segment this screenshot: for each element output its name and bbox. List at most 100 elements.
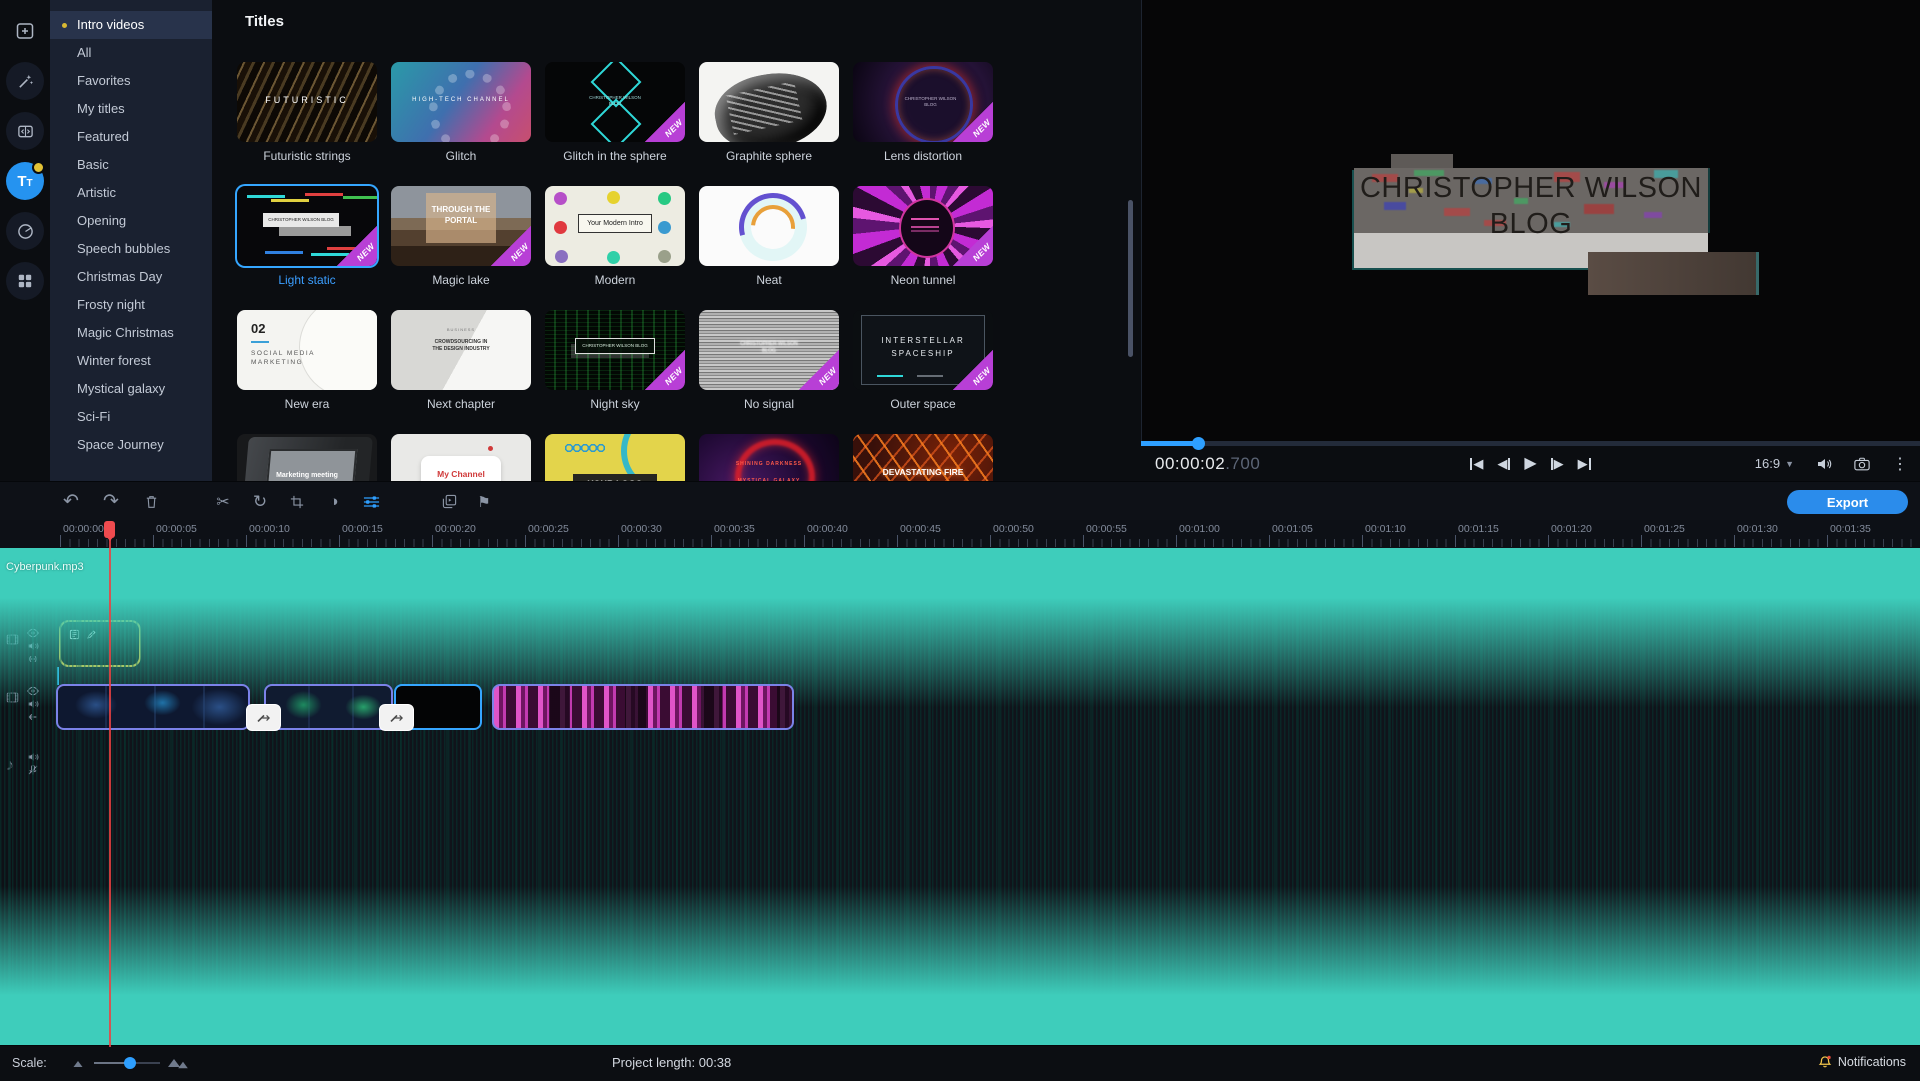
aspect-ratio-value: 16:9 — [1755, 456, 1780, 471]
color-adjustments-button[interactable]: ◑ — [323, 493, 345, 510]
sidebar-item-sci-fi[interactable]: Sci-Fi — [50, 403, 212, 431]
thumb-text: CHRISTOPHER WILSON BLOG — [734, 341, 804, 355]
cut-button[interactable]: ✂ — [212, 492, 234, 512]
sidebar-item-label: Speech bubbles — [77, 241, 170, 256]
title-thumbnail: INTERSTELLAR SPACESHIPNEW — [853, 310, 993, 390]
crop-button[interactable] — [286, 495, 308, 509]
skip-end-button[interactable]: ▶ — [1578, 456, 1591, 472]
aspect-ratio-dropdown[interactable]: 16:9▼ — [1755, 456, 1794, 471]
export-button[interactable]: Export — [1787, 490, 1908, 514]
thumb-subtext: SOCIAL MEDIA MARKETING — [251, 349, 321, 367]
play-button[interactable]: ▶ — [1524, 456, 1536, 472]
sidebar-item-winter-forest[interactable]: Winter forest — [50, 347, 212, 375]
new-badge: NEW — [489, 224, 531, 266]
sidebar-item-label: All — [77, 45, 91, 60]
title-thumbnail: Marketing meeting — [237, 434, 377, 481]
title-card-magic-lake[interactable]: THROUGH THE PORTALNEWMagic lake — [391, 186, 531, 287]
title-card-new-era[interactable]: 02SOCIAL MEDIA MARKETINGNew era — [237, 310, 377, 411]
rail-transitions-button[interactable] — [6, 112, 44, 150]
thumb-text: CHRISTOPHER WILSON BLOG — [263, 213, 339, 227]
sidebar-item-christmas-day[interactable]: Christmas Day — [50, 263, 212, 291]
sidebar-item-mystical-galaxy[interactable]: Mystical galaxy — [50, 375, 212, 403]
scale-slider-handle[interactable] — [124, 1057, 136, 1069]
rail-media-import-button[interactable] — [6, 12, 44, 50]
sidebar-item-intro-videos[interactable]: Intro videos — [50, 11, 212, 39]
titles-scrollbar[interactable] — [1128, 200, 1133, 357]
new-badge-label: NEW — [970, 241, 992, 263]
transition-2[interactable] — [379, 704, 414, 731]
sidebar-item-speech-bubbles[interactable]: Speech bubbles — [50, 235, 212, 263]
title-card-yourlogo[interactable]: YOUR LOGO — [545, 434, 685, 481]
timeline-ruler[interactable]: 00:00:0000:00:0500:00:1000:00:1500:00:20… — [0, 520, 1920, 548]
title-card-night-sky[interactable]: CHRISTOPHER WILSON BLOGNEWNight sky — [545, 310, 685, 411]
title-card-glitch[interactable]: HIGH-TECH CHANNELGlitch — [391, 62, 531, 163]
playhead-handle[interactable] — [104, 521, 115, 538]
rail-stickers-button[interactable] — [6, 212, 44, 250]
skip-start-button[interactable]: ◀ — [1470, 456, 1483, 472]
frame-back-button[interactable]: ◀ — [1497, 456, 1510, 472]
marker-button[interactable]: ⚑ — [473, 493, 495, 511]
thumb-text: FUTURISTIC — [237, 95, 377, 105]
new-badge-label: NEW — [816, 365, 838, 387]
sidebar-item-label: Featured — [77, 129, 129, 144]
ruler-label: 00:01:35 — [1830, 523, 1871, 535]
rail-filters-button[interactable] — [6, 62, 44, 100]
sidebar-item-basic[interactable]: Basic — [50, 151, 212, 179]
rail-titles-button[interactable]: TT — [6, 162, 44, 200]
frame-forward-button[interactable]: ▶ — [1551, 456, 1564, 472]
sidebar-item-magic-christmas[interactable]: Magic Christmas — [50, 319, 212, 347]
scale-slider[interactable] — [94, 1062, 160, 1064]
overlay-button[interactable] — [438, 494, 460, 509]
sidebar-item-artistic[interactable]: Artistic — [50, 179, 212, 207]
title-card-no-signal[interactable]: CHRISTOPHER WILSON BLOGNEWNo signal — [699, 310, 839, 411]
delete-button[interactable] — [140, 494, 162, 509]
glitch-tab-shape — [1391, 154, 1453, 169]
title-card-neat[interactable]: Neat — [699, 186, 839, 287]
sidebar-item-label: Favorites — [77, 73, 130, 88]
title-card-graphite-sphere[interactable]: Graphite sphere — [699, 62, 839, 163]
sidebar-item-all[interactable]: All — [50, 39, 212, 67]
title-card-neon-tunnel[interactable]: NEWNeon tunnel — [853, 186, 993, 287]
sidebar-item-frosty-night[interactable]: Frosty night — [50, 291, 212, 319]
video-clip-cyber[interactable] — [56, 684, 250, 730]
sidebar-item-space-journey[interactable]: Space Journey — [50, 431, 212, 459]
snapshot-camera-icon[interactable] — [1854, 457, 1870, 471]
thumb-text: 02 — [251, 321, 377, 336]
title-card-glitch-in-the-sphere[interactable]: CHRISTOPHER WILSON BLOGNEWGlitch in the … — [545, 62, 685, 163]
sidebar-item-my-titles[interactable]: My titles — [50, 95, 212, 123]
redo-button[interactable]: ↷ — [100, 493, 122, 511]
title-card-label: Outer space — [853, 397, 993, 411]
new-badge: NEW — [643, 348, 685, 390]
title-card-next-chapter[interactable]: BUSINESSCROWDSOURCING IN THE DESIGN INDU… — [391, 310, 531, 411]
more-menu-icon[interactable]: ⋮ — [1892, 454, 1908, 474]
video-clip-vr[interactable] — [492, 684, 794, 730]
preview-title-line1: CHRISTOPHER WILSON — [1354, 172, 1708, 205]
title-card-label: Lens distortion — [853, 149, 993, 163]
title-card-modern[interactable]: Your Modern IntroModern — [545, 186, 685, 287]
ruler-label: 00:00:05 — [156, 523, 197, 535]
title-card-mychannel[interactable]: My ChannelIntro — [391, 434, 531, 481]
notifications-button[interactable]: Notifications — [1818, 1055, 1906, 1069]
transitions-icon — [17, 123, 34, 140]
title-card-fire[interactable]: DEVASTATING FIRE — [853, 434, 993, 481]
clip-properties-button[interactable] — [360, 495, 382, 509]
rotate-button[interactable]: ↻ — [249, 492, 271, 512]
rail-more-tools-button[interactable] — [6, 262, 44, 300]
transition-1[interactable] — [246, 704, 281, 731]
title-card-lens-distortion[interactable]: CHRISTOPHER WILSON BLOGNEWLens distortio… — [853, 62, 993, 163]
title-card-shining[interactable]: SHINING DARKNESSMYSTICAL GALAXY — [699, 434, 839, 481]
volume-icon[interactable] — [1816, 456, 1832, 472]
undo-button[interactable]: ↶ — [60, 493, 82, 511]
title-card-futuristic-strings[interactable]: FUTURISTICFuturistic strings — [237, 62, 377, 163]
video-clip-hacker[interactable] — [264, 684, 393, 730]
title-card-outer-space[interactable]: INTERSTELLAR SPACESHIPNEW Outer space — [853, 310, 993, 411]
sidebar-item-featured[interactable]: Featured — [50, 123, 212, 151]
sidebar-item-opening[interactable]: Opening — [50, 207, 212, 235]
title-card-light-static[interactable]: CHRISTOPHER WILSON BLOGNEWLight static — [237, 186, 377, 287]
zoom-out-icon[interactable] — [74, 1061, 83, 1067]
title-card-marketing[interactable]: Marketing meeting — [237, 434, 377, 481]
new-badge-label: NEW — [662, 117, 684, 139]
sidebar-item-favorites[interactable]: Favorites — [50, 67, 212, 95]
new-badge-label: NEW — [970, 117, 992, 139]
ruler-label: 00:00:00 — [63, 523, 104, 535]
